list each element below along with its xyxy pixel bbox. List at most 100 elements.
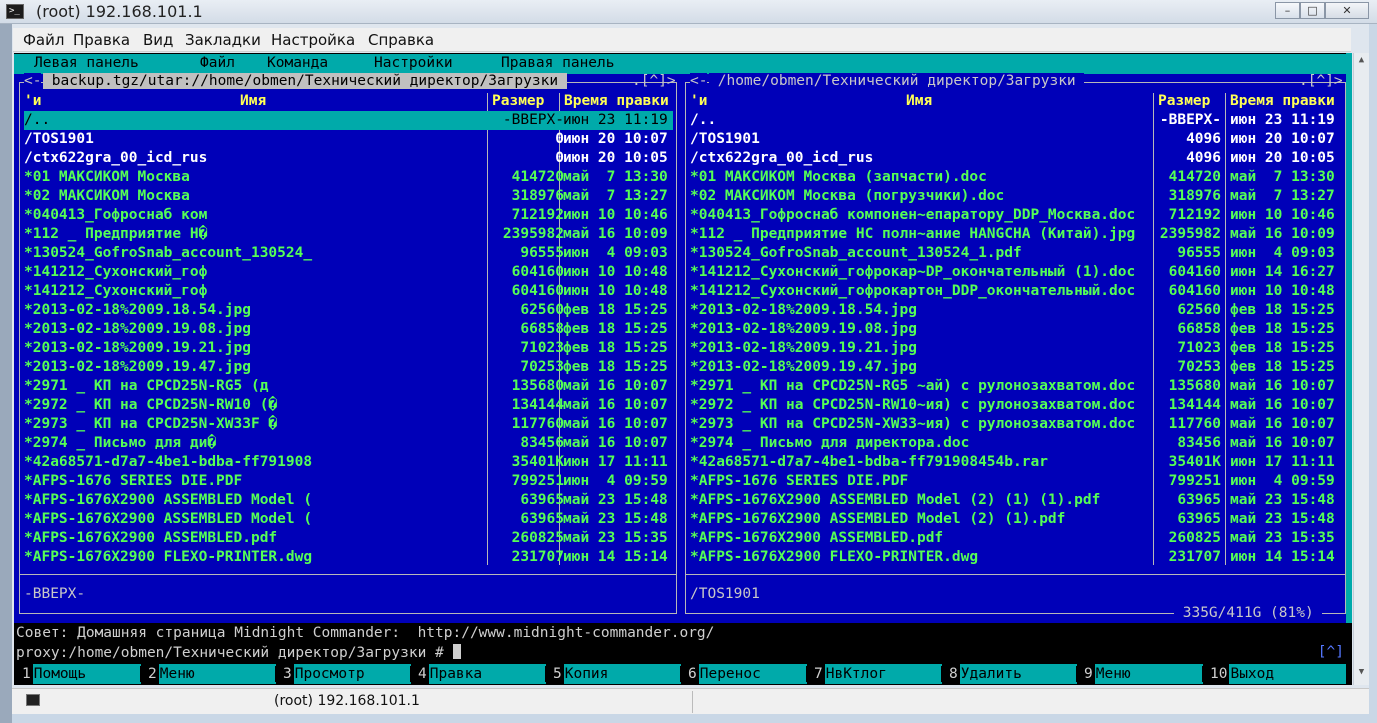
- file-row[interactable]: *2013-02-18%2009.19.47.jpg 70253 фев 18 15…: [24, 358, 673, 377]
- file-row[interactable]: *AFPS-1676 SERIES DIE.PDF 799251 июн 4 09:…: [690, 472, 1342, 491]
- file-row[interactable]: *AFPS-1676X2900 ASSEMBLED.pdf 260825 май 2…: [690, 529, 1342, 548]
- file-row[interactable]: *AFPS-1676X2900 ASSEMBLED Model (63965 ма…: [24, 510, 673, 529]
- fkey-7[interactable]: 7 НвКтлог: [806, 664, 942, 684]
- file-row[interactable]: *130524_GofroSnab_account_130524_1.pdf 96…: [690, 244, 1342, 263]
- file-row[interactable]: *2971 _ КП на CPCD25N-RG5 (д 135680 май 16…: [24, 377, 673, 396]
- file-row[interactable]: *130524_GofroSnab_account_130524_ 96555 ию…: [24, 244, 673, 263]
- left-col-name[interactable]: Имя: [240, 93, 266, 109]
- command-prompt[interactable]: proxy:/home/obmen/Технический директор/З…: [16, 644, 461, 661]
- file-size: 135680: [511, 378, 564, 394]
- prompt-history-tag[interactable]: [^]: [1317, 644, 1344, 660]
- file-row[interactable]: /.. -ВВЕРХ-июн 23 11:19: [690, 111, 1342, 130]
- file-row[interactable]: *2971 _ КП на CPCD25N-RG5 ~ай) с рулоноз…: [690, 377, 1342, 396]
- left-sort-indicator[interactable]: 'и: [24, 93, 41, 109]
- left-panel-title-tail[interactable]: .[^]>: [632, 73, 676, 89]
- scroll-up-icon[interactable]: ▲: [1355, 55, 1368, 71]
- mc-menubar: Левая панель Файл Команда Настройки Прав…: [14, 54, 1352, 74]
- right-col-size[interactable]: Размер: [1158, 93, 1210, 109]
- mc-menu-right-panel[interactable]: Правая панель: [501, 55, 615, 71]
- right-col-time[interactable]: Время правки: [1230, 93, 1335, 109]
- mc-menu-options[interactable]: Настройки: [374, 55, 453, 71]
- menu-file[interactable]: Файл: [23, 31, 64, 49]
- file-row[interactable]: *02 МАКСИКОМ Москва 318976 май 7 13:27: [24, 187, 673, 206]
- scroll-down-icon[interactable]: ▼: [1355, 667, 1368, 683]
- file-row[interactable]: *AFPS-1676 SERIES DIE.PDF 799251 июн 4 09:…: [24, 472, 673, 491]
- right-panel-path[interactable]: /home/obmen/Технический директор/Загрузк…: [709, 73, 1085, 89]
- fkey-9[interactable]: 9 Меню: [1076, 664, 1203, 684]
- file-row[interactable]: *2013-02-18%2009.19.21.jpg 71023 фев 18 15…: [24, 339, 673, 358]
- fkey-3[interactable]: 3 Просмотр: [275, 664, 411, 684]
- minimize-button[interactable]: –: [1275, 2, 1300, 19]
- file-size: 799251: [511, 473, 564, 489]
- menu-edit[interactable]: Правка: [73, 31, 130, 49]
- close-button[interactable]: ✕: [1325, 2, 1369, 19]
- file-row[interactable]: *040413_Гофроснаб компонен~епаратору_DDP…: [690, 206, 1342, 225]
- file-row[interactable]: /ctx622gra_00_icd_rus 4096 июн 20 10:05: [690, 149, 1342, 168]
- file-row[interactable]: *AFPS-1676X2900 ASSEMBLED.pdf 260825 май 2…: [24, 529, 673, 548]
- file-row[interactable]: *2013-02-18%2009.19.21.jpg 71023 фев 18 15…: [690, 339, 1342, 358]
- file-row[interactable]: *2973 _ КП на CPCD25N-XW33F � 117760 май 1…: [24, 415, 673, 434]
- file-row[interactable]: /TOS1901 4096 июн 20 10:07: [690, 130, 1342, 149]
- menu-bookmarks[interactable]: Закладки: [185, 31, 261, 49]
- terminal-tab-label[interactable]: (root) 192.168.101.1: [274, 693, 420, 709]
- file-row[interactable]: *AFPS-1676X2900 FLEXO-PRINTER.dwg 231707 и…: [24, 548, 673, 567]
- file-row[interactable]: *AFPS-1676X2900 ASSEMBLED Model (2) (1).…: [690, 510, 1342, 529]
- file-row[interactable]: *42a68571-d7a7-4be1-bdba-ff791908454b.ra…: [690, 453, 1342, 472]
- menu-help[interactable]: Справка: [368, 31, 434, 49]
- fkey-10[interactable]: 10 Выход: [1202, 664, 1347, 684]
- window-titlebar[interactable]: >_ (root) 192.168.101.1 – □ ✕: [0, 0, 1377, 24]
- file-row[interactable]: *141212_Сухонский_гофрокартон_DDP_оконча…: [690, 282, 1342, 301]
- file-row[interactable]: /.. -ВВЕРХ-июн 23 11:19: [24, 111, 673, 130]
- terminal-tab-icon: [26, 694, 40, 706]
- mc-menu-left-panel[interactable]: Левая панель: [34, 55, 139, 71]
- file-row[interactable]: /ctx622gra_00_icd_rus 0 июн 20 10:05: [24, 149, 673, 168]
- file-size: 712192: [1168, 207, 1221, 223]
- fkey-6[interactable]: 6 Перенос: [680, 664, 807, 684]
- file-row[interactable]: *01 МАКСИКОМ Москва 414720 май 7 13:30: [24, 168, 673, 187]
- file-row[interactable]: *02 МАКСИКОМ Москва (погрузчики).doc 3189…: [690, 187, 1342, 206]
- file-row[interactable]: *2972 _ КП на CPCD25N-RW10~ия) с рулоноз…: [690, 396, 1342, 415]
- right-sort-indicator[interactable]: 'и: [690, 93, 707, 109]
- file-row[interactable]: *AFPS-1676X2900 FLEXO-PRINTER.dwg 231707 и…: [690, 548, 1342, 567]
- right-col-name[interactable]: Имя: [906, 93, 932, 109]
- fkey-5[interactable]: 5 Копия: [545, 664, 681, 684]
- file-row[interactable]: *2013-02-18%2009.19.08.jpg 66858 фев 18 15…: [690, 320, 1342, 339]
- mc-menu-file[interactable]: Файл: [200, 55, 235, 71]
- left-panel-path[interactable]: backup.tgz/utar://home/obmen/Технический…: [43, 73, 567, 89]
- menu-view[interactable]: Вид: [143, 31, 173, 49]
- file-row[interactable]: *112 _ Предприятие Н� 2395982 май 16 10:09: [24, 225, 673, 244]
- fkey-4[interactable]: 4 Правка: [410, 664, 546, 684]
- file-row[interactable]: *2974 _ Письмо для директора.doc 83456 май…: [690, 434, 1342, 453]
- file-row[interactable]: /TOS1901 0 июн 20 10:07: [24, 130, 673, 149]
- fkey-1[interactable]: 1 Помощь: [14, 664, 141, 684]
- file-row[interactable]: *141212_Сухонский_гоф 604160 июн 10 10:48: [24, 282, 673, 301]
- left-col-time[interactable]: Время правки: [564, 93, 669, 109]
- mc-menu-command[interactable]: Команда: [267, 55, 328, 71]
- fkey-2[interactable]: 2 Меню: [140, 664, 276, 684]
- maximize-button[interactable]: □: [1300, 2, 1325, 19]
- file-row[interactable]: *141212_Сухонский_гоф 604160 июн 10 10:48: [24, 263, 673, 282]
- file-row[interactable]: *2013-02-18%2009.19.08.jpg 66858 фев 18 15…: [24, 320, 673, 339]
- file-row[interactable]: *AFPS-1676X2900 ASSEMBLED Model (63965 ма…: [24, 491, 673, 510]
- file-row[interactable]: *141212_Сухонский_гофрокар~DP_окончатель…: [690, 263, 1342, 282]
- fkey-8[interactable]: 8 Удалить: [941, 664, 1077, 684]
- file-row[interactable]: *112 _ Предприятие НС полн~ание HANGCHA …: [690, 225, 1342, 244]
- file-row[interactable]: *2013-02-18%2009.18.54.jpg 62560 фев 18 15…: [690, 301, 1342, 320]
- file-row[interactable]: *2972 _ КП на CPCD25N-RW10 (� 134144 май 1…: [24, 396, 673, 415]
- tab-bar: (root) 192.168.101.1: [12, 688, 1369, 714]
- file-row[interactable]: *040413_Гофроснаб ком 712192 июн 10 10:46: [24, 206, 673, 225]
- file-row[interactable]: *01 МАКСИКОМ Москва (запчасти).doc 414720…: [690, 168, 1342, 187]
- file-row[interactable]: *2974 _ Письмо для ди� 83456 май 16 10:07: [24, 434, 673, 453]
- right-panel-title-tail[interactable]: .[^]>: [1299, 73, 1343, 89]
- file-row[interactable]: *42a68571-d7a7-4be1-bdba-ff791908 35401K и…: [24, 453, 673, 472]
- file-row[interactable]: *2013-02-18%2009.19.47.jpg 70253 фев 18 15…: [690, 358, 1342, 377]
- right-disk-usage: 335G/411G (81%): [1174, 605, 1323, 621]
- file-name: *040413_Гофроснаб компонен~епаратору_DDP…: [690, 207, 1136, 223]
- terminal-scrollbar[interactable]: ▲ ▼: [1353, 53, 1369, 685]
- file-row[interactable]: *AFPS-1676X2900 ASSEMBLED Model (2) (1) …: [690, 491, 1342, 510]
- left-col-size[interactable]: Размер: [492, 93, 544, 109]
- file-row[interactable]: *2013-02-18%2009.18.54.jpg 62560 фев 18 15…: [24, 301, 673, 320]
- menu-settings[interactable]: Настройка: [271, 31, 355, 49]
- file-row[interactable]: *2973 _ КП на CPCD25N-XW33~ия) с рулоноз…: [690, 415, 1342, 434]
- terminal[interactable]: Левая панель Файл Команда Настройки Прав…: [14, 53, 1352, 685]
